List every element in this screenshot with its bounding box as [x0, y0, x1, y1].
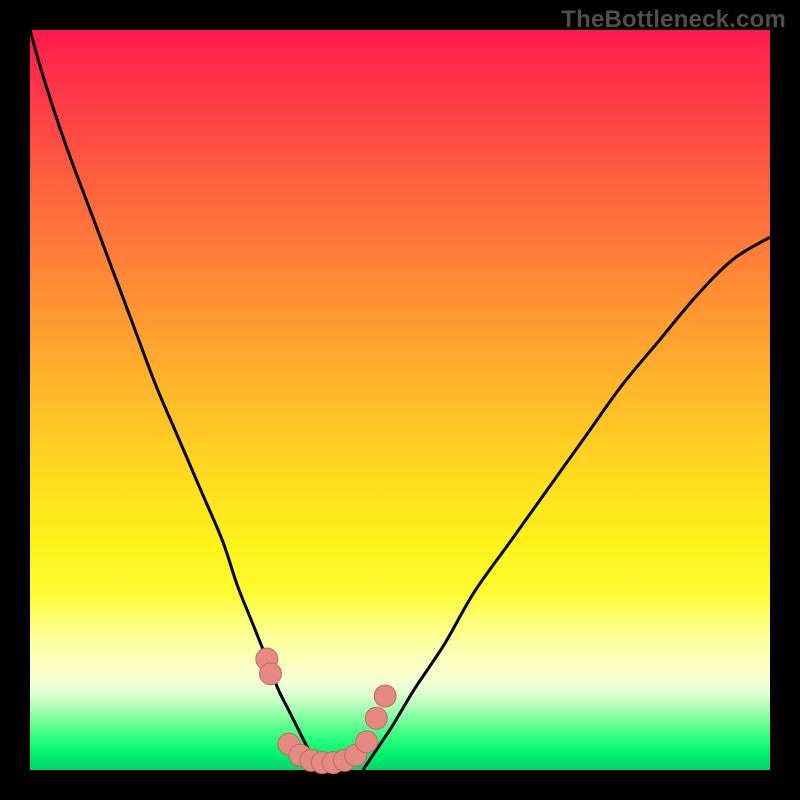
chart-frame: TheBottleneck.com	[0, 0, 800, 800]
marker-dot	[356, 731, 378, 753]
marker-dot	[365, 707, 387, 729]
valley-markers	[256, 648, 396, 774]
right-valley-curve	[363, 237, 770, 770]
curve-overlay	[30, 30, 770, 770]
watermark-text: TheBottleneck.com	[561, 6, 786, 34]
marker-dot	[260, 663, 282, 685]
marker-dot	[374, 685, 396, 707]
